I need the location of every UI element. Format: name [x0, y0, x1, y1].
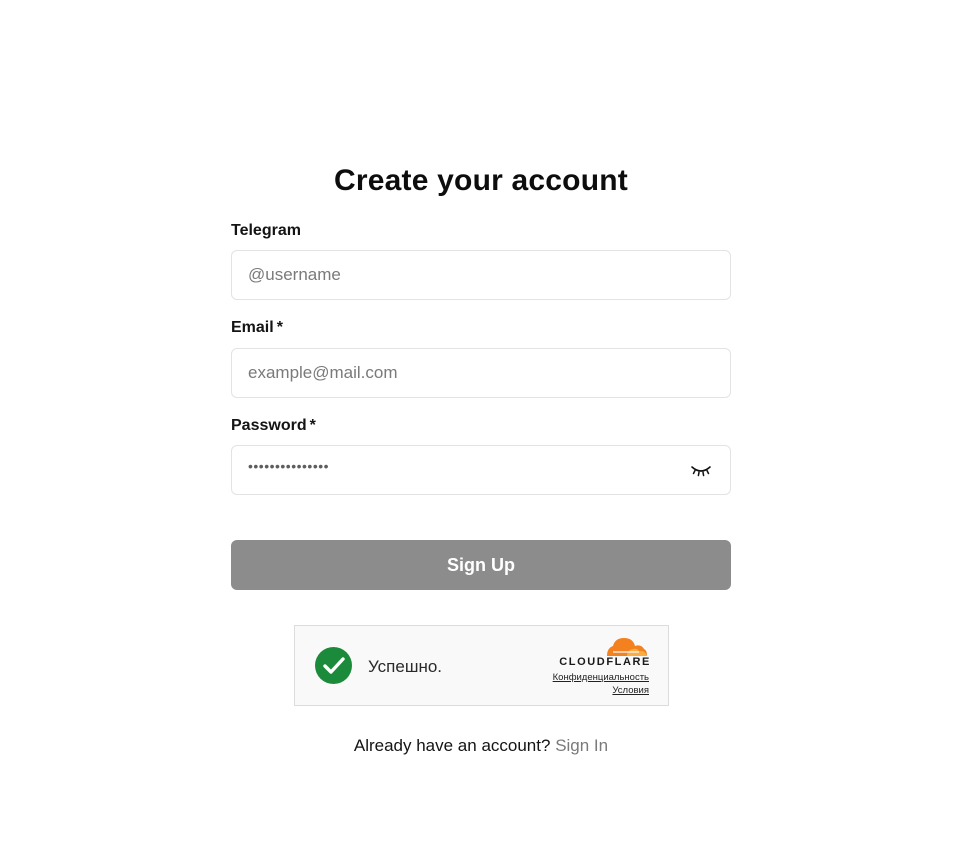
password-required-mark: * — [309, 417, 316, 434]
eye-closed-icon[interactable] — [690, 462, 712, 478]
signup-page: Create your account Telegram @username E… — [0, 0, 970, 842]
telegram-label: Telegram — [231, 222, 301, 240]
page-title: Create your account — [334, 164, 628, 197]
captcha-widget[interactable]: Успешно. CLOUDFLARE Конфиденциальность У… — [294, 625, 669, 706]
signin-prompt: Already have an account? Sign In — [0, 736, 962, 756]
email-label-text: Email — [231, 319, 274, 336]
telegram-placeholder: @username — [248, 265, 341, 284]
cloudflare-brand-text: CLOUDFLARE — [559, 656, 651, 668]
email-placeholder: example@mail.com — [248, 363, 398, 382]
email-input[interactable]: example@mail.com — [231, 348, 731, 398]
email-label: Email * — [231, 319, 283, 337]
sign-up-button[interactable]: Sign Up — [231, 540, 731, 590]
telegram-label-text: Telegram — [231, 222, 301, 239]
telegram-input[interactable]: @username — [231, 250, 731, 300]
check-circle-icon — [315, 647, 352, 684]
password-masked-value: ••••••••••••••• — [248, 458, 330, 474]
password-label-text: Password — [231, 417, 307, 434]
signin-prompt-text: Already have an account? — [353, 736, 551, 755]
password-input[interactable]: ••••••••••••••• — [231, 445, 731, 495]
captcha-status-text: Успешно. — [368, 657, 443, 676]
terms-link[interactable]: Условия — [612, 685, 649, 696]
sign-in-link[interactable]: Sign In — [555, 736, 608, 755]
password-label: Password * — [231, 417, 316, 435]
privacy-link[interactable]: Конфиденциальность — [553, 672, 649, 683]
email-required-mark: * — [276, 319, 283, 336]
